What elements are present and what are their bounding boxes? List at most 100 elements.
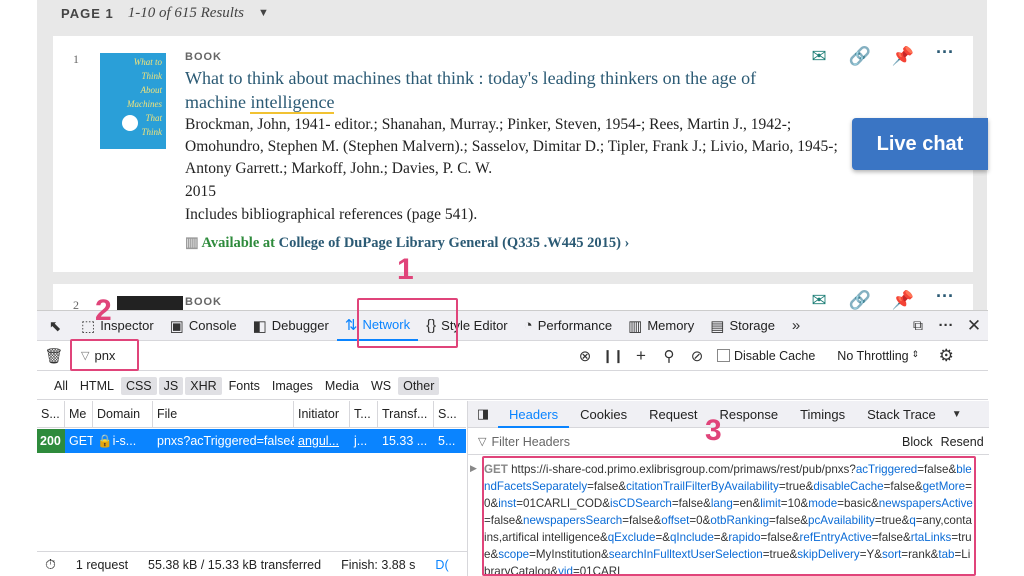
- checkbox-box: [717, 349, 730, 362]
- add-icon[interactable]: +: [627, 346, 655, 366]
- link-icon[interactable]: 🔗: [848, 290, 872, 310]
- tab-inspector[interactable]: ⬚ Inspector: [73, 311, 162, 341]
- page-bar: PAGE 1 1-10 of 615 Results ▼: [37, 0, 987, 26]
- disable-cache-checkbox[interactable]: Disable Cache: [717, 349, 815, 363]
- col-domain[interactable]: Domain: [93, 400, 153, 428]
- type-filter-js[interactable]: JS: [158, 376, 184, 395]
- console-icon: ▣: [169, 317, 184, 335]
- devtools-tabbar: ⬉ ⬚ Inspector ▣ Console ◧ Debugger ⇅ Network…: [37, 311, 988, 341]
- tab-memory[interactable]: ▥ Memory: [620, 311, 702, 341]
- toggle-sidebar-icon[interactable]: ◨: [468, 401, 498, 428]
- col-size[interactable]: S...: [434, 401, 466, 428]
- close-icon[interactable]: ✕: [960, 311, 988, 341]
- result-year: 2015: [185, 183, 216, 200]
- row-domain: 🔒i-s...: [97, 434, 137, 448]
- tab-stack-trace[interactable]: Stack Trace: [856, 401, 947, 428]
- results-area: PAGE 1 1-10 of 615 Results ▼ 1 What to T…: [37, 0, 987, 310]
- request-table-header: S... Me Domain File Initiator T... Trans…: [37, 400, 466, 428]
- live-chat-button[interactable]: Live chat: [852, 118, 988, 170]
- type-filter-css[interactable]: CSS: [120, 376, 157, 395]
- result-note: Includes bibliographical references (pag…: [185, 206, 478, 223]
- type-filter-ws[interactable]: WS: [366, 377, 396, 395]
- email-icon[interactable]: ✉: [807, 290, 831, 310]
- resend-button[interactable]: Resend: [941, 435, 984, 449]
- tab-debugger[interactable]: ◧ Debugger: [245, 311, 337, 341]
- pin-icon[interactable]: 📌: [891, 46, 915, 67]
- row-transferred: 15.33 ...: [382, 434, 428, 448]
- result-card[interactable]: 1 What to Think About Machines That Thin…: [53, 36, 973, 272]
- pin-icon[interactable]: 📌: [891, 290, 915, 310]
- link-icon[interactable]: 🔗: [848, 46, 872, 67]
- block-icon[interactable]: ⊘: [683, 347, 711, 365]
- chevron-right-icon: ›: [624, 235, 630, 251]
- col-initiator[interactable]: Initiator: [294, 400, 350, 428]
- type-filter-media[interactable]: Media: [320, 377, 364, 395]
- block-button[interactable]: Block: [902, 435, 933, 449]
- result-type: BOOK: [185, 51, 222, 63]
- col-transferred[interactable]: Transf...: [378, 400, 434, 428]
- col-method[interactable]: Me: [65, 400, 93, 428]
- results-count: 1-10 of 615 Results: [127, 4, 244, 21]
- type-filter-html[interactable]: HTML: [75, 377, 119, 395]
- type-filter-images[interactable]: Images: [267, 377, 318, 395]
- pause-icon[interactable]: ❙❙: [599, 348, 627, 364]
- result-card[interactable]: 2 BOOK ✉ 🔗 📌 ···: [53, 284, 973, 310]
- book-cover[interactable]: What to Think About Machines That Think: [100, 53, 166, 149]
- more-tabs-icon[interactable]: »: [783, 311, 809, 341]
- result-title[interactable]: What to think about machines that think …: [185, 66, 785, 114]
- clear-filter-icon[interactable]: ⊗: [571, 347, 599, 365]
- book-icon: ▥: [185, 235, 199, 251]
- throttling-select[interactable]: No Throttling ⇕: [837, 349, 919, 363]
- filter-icon: ▽: [478, 436, 487, 448]
- tab-console[interactable]: ▣ Console: [162, 311, 245, 341]
- tab-request[interactable]: Request: [638, 401, 708, 428]
- title-highlight: intelligence: [250, 92, 335, 114]
- type-filter-xhr[interactable]: XHR: [185, 376, 222, 395]
- dock-icon[interactable]: ⧉: [904, 311, 932, 341]
- table-row[interactable]: 200 GET 🔒i-s... pnxs?acTriggered=false& …: [37, 429, 466, 453]
- type-filter-fonts[interactable]: Fonts: [224, 377, 265, 395]
- row-initiator[interactable]: angul...: [294, 429, 350, 453]
- cover-figure: [122, 115, 138, 131]
- lock-icon: 🔒: [97, 434, 113, 448]
- row-method: GET: [69, 434, 93, 448]
- col-type[interactable]: T...: [350, 400, 378, 428]
- tab-storage[interactable]: ▤ Storage: [702, 311, 783, 341]
- email-icon[interactable]: ✉: [807, 46, 831, 67]
- col-file[interactable]: File: [153, 400, 294, 428]
- annotation-number-3: 3: [705, 414, 722, 447]
- type-filter-other[interactable]: Other: [398, 376, 440, 395]
- network-statusbar: ⏱ 1 request 55.38 kB / 15.33 kB transfer…: [37, 551, 467, 576]
- annotation-box-network: [357, 298, 458, 348]
- availability-link[interactable]: ▥ Available at College of DuPage Library…: [185, 235, 629, 252]
- book-cover[interactable]: [117, 296, 183, 310]
- type-filters: All HTML CSS JS XHR Fonts Images Media W…: [37, 372, 988, 400]
- more-icon[interactable]: ···: [933, 286, 957, 307]
- more-icon[interactable]: ···: [933, 42, 957, 63]
- col-status[interactable]: S...: [37, 400, 65, 428]
- details-tabbar: ◨ Headers Cookies Request Response Timin…: [468, 401, 989, 428]
- tab-headers[interactable]: Headers: [498, 401, 570, 428]
- filter-urls-input[interactable]: ▽ pnx: [81, 348, 571, 363]
- finish-time: Finish: 3.88 s: [341, 557, 416, 572]
- dom-loaded: D(: [435, 557, 449, 572]
- storage-icon: ▤: [710, 317, 725, 335]
- result-authors: Brockman, John, 1941- editor.; Shanahan,…: [185, 116, 838, 177]
- type-filter-all[interactable]: All: [49, 377, 73, 395]
- menu-icon[interactable]: ···: [932, 311, 960, 341]
- tab-cookies[interactable]: Cookies: [569, 401, 638, 428]
- search-icon[interactable]: ⚲: [655, 347, 683, 365]
- row-size: 5...: [438, 434, 456, 448]
- pick-element-icon[interactable]: ⬉: [37, 311, 73, 341]
- debugger-icon: ◧: [252, 317, 267, 335]
- availability-status: Available at: [201, 235, 275, 251]
- tabs-dropdown-icon[interactable]: ▼: [947, 401, 967, 428]
- filter-headers-input[interactable]: ▽ Filter Headers: [468, 435, 888, 449]
- trash-icon[interactable]: 🗑: [37, 341, 71, 371]
- chevron-down-icon[interactable]: ▼: [258, 7, 269, 19]
- expand-arrow-icon[interactable]: ▶: [470, 463, 477, 474]
- settings-gear-icon[interactable]: ⚙: [931, 346, 961, 366]
- tab-performance[interactable]: ◔ Performance: [516, 311, 620, 341]
- headers-filterbar: ▽ Filter Headers Block Resend: [468, 429, 989, 455]
- tab-timings[interactable]: Timings: [789, 401, 856, 428]
